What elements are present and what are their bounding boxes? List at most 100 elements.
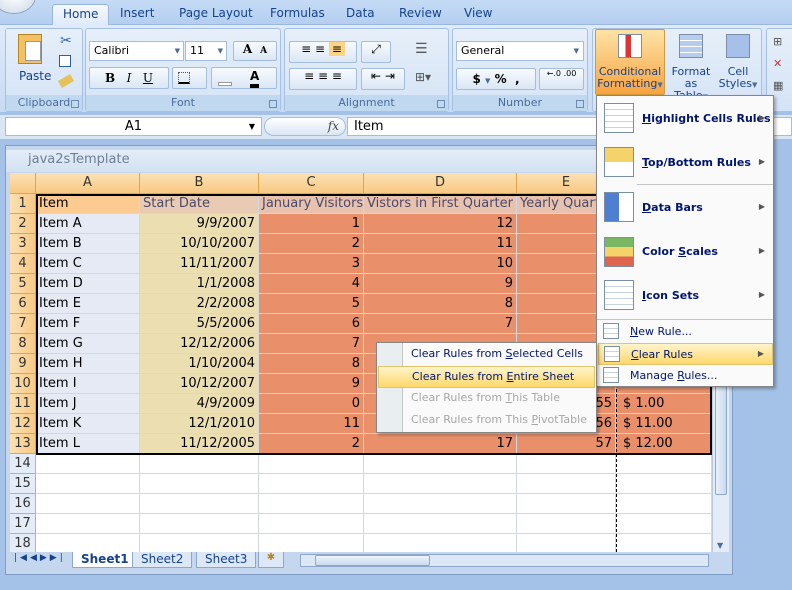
cell-D7[interactable]: 7 <box>364 314 517 334</box>
cell-C8[interactable]: 7 <box>259 334 364 354</box>
cell-B5[interactable]: 1/1/2008 <box>140 274 259 294</box>
cell-C15[interactable] <box>259 474 364 494</box>
cell-B11[interactable]: 4/9/2009 <box>140 394 259 414</box>
font-size-buttons[interactable]: AA <box>233 41 277 61</box>
cell-C3[interactable]: 2 <box>259 234 364 254</box>
cell-D1[interactable]: Vistors in First Quarter <box>364 194 517 214</box>
name-box[interactable]: A1 ▼ <box>5 117 262 136</box>
cell-F15[interactable] <box>616 474 712 494</box>
cell-A5[interactable]: Item D <box>36 274 140 294</box>
cell-C17[interactable] <box>259 514 364 534</box>
row-header-4[interactable]: 4 <box>10 254 36 274</box>
cell-C4[interactable]: 3 <box>259 254 364 274</box>
cell-B7[interactable]: 5/5/2006 <box>140 314 259 334</box>
align-middle-icon[interactable]: ≡ <box>315 42 325 56</box>
row-header-8[interactable]: 8 <box>10 334 36 354</box>
sheet-nav-icons[interactable]: |◀◀▶▶| <box>14 553 66 563</box>
cell-C6[interactable]: 5 <box>259 294 364 314</box>
cell-F12[interactable]: $ 11.00 <box>616 414 712 434</box>
menu-item-icon-sets[interactable]: Icon Sets ▶ <box>598 274 773 317</box>
cell-D18[interactable] <box>364 534 517 552</box>
number-format-select[interactable]: General ▼ <box>456 41 584 61</box>
cell-C10[interactable]: 9 <box>259 374 364 394</box>
row-header-13[interactable]: 13 <box>10 434 36 454</box>
column-header-A[interactable]: A <box>36 173 140 194</box>
cell-A6[interactable]: Item E <box>36 294 140 314</box>
cell-F18[interactable] <box>616 534 712 552</box>
dialog-launcher-icon[interactable] <box>269 100 277 108</box>
cell-A1[interactable]: Item <box>36 194 140 214</box>
align-bottom-icon[interactable]: ≡ <box>328 42 345 56</box>
cell-C12[interactable]: 11 <box>259 414 364 434</box>
cell-C11[interactable]: 0 <box>259 394 364 414</box>
row-header-5[interactable]: 5 <box>10 274 36 294</box>
row-header-9[interactable]: 9 <box>10 354 36 374</box>
insert-sheet-icon[interactable]: ✱ <box>258 552 284 568</box>
font-name-select[interactable]: Calibri ▼ <box>89 41 184 61</box>
dialog-launcher-icon[interactable] <box>437 100 445 108</box>
cell-B12[interactable]: 12/1/2010 <box>140 414 259 434</box>
tab-insert[interactable]: Insert <box>110 4 164 25</box>
row-header-15[interactable]: 15 <box>10 474 36 494</box>
cell-B9[interactable]: 1/10/2004 <box>140 354 259 374</box>
cell-A12[interactable]: Item K <box>36 414 140 434</box>
row-header-14[interactable]: 14 <box>10 454 36 474</box>
cell-B10[interactable]: 10/12/2007 <box>140 374 259 394</box>
insert-function-button[interactable]: fx <box>264 117 346 136</box>
cell-A2[interactable]: Item A <box>36 214 140 234</box>
cell-A13[interactable]: Item L <box>36 434 140 454</box>
tab-data[interactable]: Data <box>336 4 385 25</box>
cell-C1[interactable]: January Visitors <box>259 194 364 214</box>
align-left-icon[interactable]: ≡ <box>304 69 314 83</box>
row-header-17[interactable]: 17 <box>10 514 36 534</box>
cell-E14[interactable] <box>517 454 616 474</box>
cell-A4[interactable]: Item C <box>36 254 140 274</box>
cell-A3[interactable]: Item B <box>36 234 140 254</box>
dialog-launcher-icon[interactable] <box>71 100 79 108</box>
scroll-down-icon[interactable]: ▼ <box>717 541 723 550</box>
delete-cells-icon[interactable]: ✕ <box>773 57 782 70</box>
row-header-10[interactable]: 10 <box>10 374 36 394</box>
cell-F14[interactable] <box>616 454 712 474</box>
bold-icon[interactable]: B <box>105 71 115 85</box>
row-header-2[interactable]: 2 <box>10 214 36 234</box>
cut-icon[interactable]: ✂ <box>60 33 72 49</box>
cell-B13[interactable]: 11/12/2005 <box>140 434 259 454</box>
cell-A11[interactable]: Item J <box>36 394 140 414</box>
sheet-tab-sheet2[interactable]: Sheet2 <box>132 552 193 568</box>
paste-button[interactable]: Paste <box>19 69 51 83</box>
cell-A7[interactable]: Item F <box>36 314 140 334</box>
cell-D5[interactable]: 9 <box>364 274 517 294</box>
row-header-3[interactable]: 3 <box>10 234 36 254</box>
increase-indent-icon[interactable]: ⇥ <box>385 69 395 83</box>
wrap-text-icon[interactable]: ☰ <box>415 41 428 57</box>
cell-B4[interactable]: 11/11/2007 <box>140 254 259 274</box>
menu-item-top-bottom[interactable]: Top/Bottom Rules ▶ <box>598 141 773 184</box>
cell-E17[interactable] <box>517 514 616 534</box>
decrease-indent-icon[interactable]: ⇤ <box>371 69 381 83</box>
copy-icon[interactable] <box>59 55 71 67</box>
fill-color-icon[interactable] <box>218 82 232 86</box>
cell-B6[interactable]: 2/2/2008 <box>140 294 259 314</box>
tab-formulas[interactable]: Formulas <box>260 4 335 25</box>
cell-A9[interactable]: Item H <box>36 354 140 374</box>
cell-D17[interactable] <box>364 514 517 534</box>
cell-E18[interactable] <box>517 534 616 552</box>
cell-F16[interactable] <box>616 494 712 514</box>
menu-item-data-bars[interactable]: Data Bars ▶ <box>598 186 773 229</box>
format-painter-icon[interactable] <box>57 74 75 88</box>
cell-E16[interactable] <box>517 494 616 514</box>
currency-button[interactable]: $ <box>472 72 480 86</box>
align-center-icon[interactable]: ≡ <box>318 69 328 83</box>
cell-styles-button[interactable]: Cell Styles▼ <box>717 29 759 95</box>
cell-D14[interactable] <box>364 454 517 474</box>
submenu-item-clear-rules-from-entire-sheet[interactable]: Clear Rules from Entire Sheet <box>378 366 595 388</box>
tab-review[interactable]: Review <box>389 4 452 25</box>
cell-D16[interactable] <box>364 494 517 514</box>
submenu-item-clear-rules-from-selected-cells[interactable]: Clear Rules from Selected Cells <box>378 344 595 366</box>
menu-item-color-scales[interactable]: Color Scales ▶ <box>598 231 773 273</box>
chevron-down-icon[interactable]: ▼ <box>249 118 255 135</box>
borders-button[interactable] <box>172 67 207 89</box>
align-top-icon[interactable]: ≡ <box>301 42 311 56</box>
cell-D6[interactable]: 8 <box>364 294 517 314</box>
